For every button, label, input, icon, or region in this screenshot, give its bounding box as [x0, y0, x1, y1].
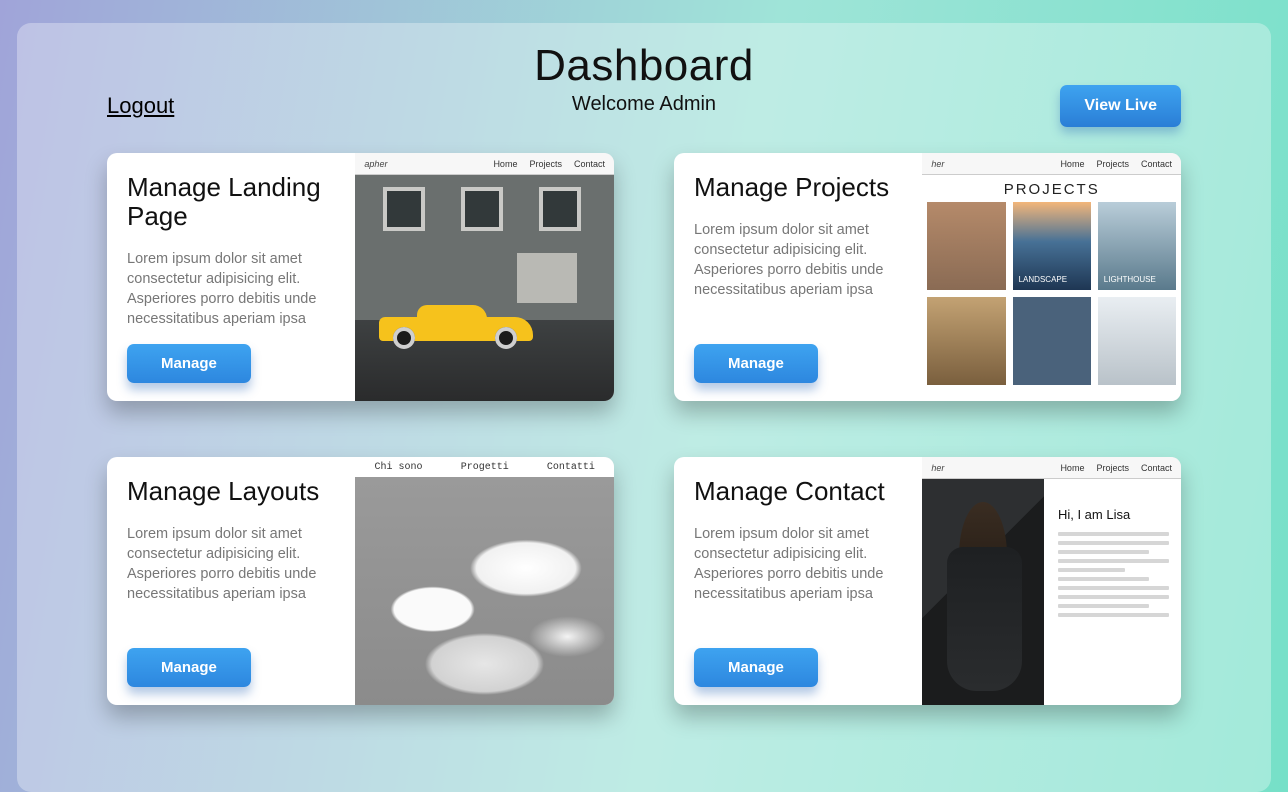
thumb-nav-link: Contatti — [547, 462, 595, 473]
card-thumbnail: her Home Projects Contact Hi, I am Lisa — [922, 457, 1181, 705]
project-tile: LANDSCAPE — [1013, 202, 1091, 290]
manage-button[interactable]: Manage — [694, 344, 818, 383]
thumb-nav-link: Chi sono — [375, 462, 423, 473]
landing-hero-icon — [355, 175, 614, 401]
page-title: Dashboard — [107, 41, 1181, 91]
thumb-nav-link: Progetti — [461, 462, 509, 473]
page-subtitle: Welcome Admin — [107, 93, 1181, 116]
card-body: Manage Projects Lorem ipsum dolor sit am… — [674, 153, 922, 401]
card-title: Manage Contact — [694, 477, 904, 506]
clouds-hero-icon — [355, 477, 614, 705]
thumb-nav-link: Contact — [574, 159, 605, 169]
thumb-nav-link: Projects — [529, 159, 562, 169]
project-tile — [1098, 297, 1176, 385]
card-title: Manage Layouts — [127, 477, 337, 506]
cards-grid: Manage Landing Page Lorem ipsum dolor si… — [107, 153, 1181, 705]
project-tile — [1013, 297, 1091, 385]
thumb-brand: her — [931, 463, 944, 473]
thumb-nav-link: Contact — [1141, 463, 1172, 473]
topbar: Dashboard Welcome Admin Logout View Live — [107, 41, 1181, 131]
card-description: Lorem ipsum dolor sit amet consectetur a… — [127, 249, 337, 329]
thumb-nav-link: Projects — [1096, 463, 1129, 473]
car-icon — [379, 307, 533, 349]
thumb-nav: Chi sono Progetti Contatti — [355, 457, 614, 477]
card-description: Lorem ipsum dolor sit amet consectetur a… — [127, 524, 337, 604]
manage-button[interactable]: Manage — [694, 648, 818, 687]
portrait-icon — [922, 479, 1044, 705]
thumb-brand: apher — [364, 159, 387, 169]
card-body: Manage Landing Page Lorem ipsum dolor si… — [107, 153, 355, 401]
card-title: Manage Landing Page — [127, 173, 337, 231]
card-contact: Manage Contact Lorem ipsum dolor sit ame… — [674, 457, 1181, 705]
logout-link[interactable]: Logout — [107, 93, 174, 119]
card-description: Lorem ipsum dolor sit amet consectetur a… — [694, 220, 904, 300]
manage-button[interactable]: Manage — [127, 648, 251, 687]
bio-text-placeholder-icon — [1058, 532, 1169, 617]
project-tile — [927, 297, 1005, 385]
thumb-brand: her — [931, 159, 944, 169]
project-tile — [927, 202, 1005, 290]
card-layouts: Manage Layouts Lorem ipsum dolor sit ame… — [107, 457, 614, 705]
thumb-nav-link: Projects — [1096, 159, 1129, 169]
project-tile: LIGHTHOUSE — [1098, 202, 1176, 290]
projects-heading: PROJECTS — [922, 175, 1181, 202]
card-title: Manage Projects — [694, 173, 904, 202]
card-projects: Manage Projects Lorem ipsum dolor sit am… — [674, 153, 1181, 401]
card-landing: Manage Landing Page Lorem ipsum dolor si… — [107, 153, 614, 401]
thumb-nav: apher Home Projects Contact — [355, 153, 614, 175]
card-thumbnail: her Home Projects Contact PROJECTS LANDS… — [922, 153, 1181, 401]
card-thumbnail: Chi sono Progetti Contatti — [355, 457, 614, 705]
card-body: Manage Layouts Lorem ipsum dolor sit ame… — [107, 457, 355, 705]
card-description: Lorem ipsum dolor sit amet consectetur a… — [694, 524, 904, 604]
card-thumbnail: apher Home Projects Contact — [355, 153, 614, 401]
contact-bio-heading: Hi, I am Lisa — [1058, 507, 1169, 522]
card-body: Manage Contact Lorem ipsum dolor sit ame… — [674, 457, 922, 705]
view-live-button[interactable]: View Live — [1060, 85, 1181, 127]
thumb-nav-link: Home — [493, 159, 517, 169]
thumb-nav-link: Home — [1060, 159, 1084, 169]
thumb-nav-link: Contact — [1141, 159, 1172, 169]
thumb-nav-link: Home — [1060, 463, 1084, 473]
thumb-nav: her Home Projects Contact — [922, 457, 1181, 479]
manage-button[interactable]: Manage — [127, 344, 251, 383]
dashboard-panel: Dashboard Welcome Admin Logout View Live… — [17, 23, 1271, 792]
thumb-nav: her Home Projects Contact — [922, 153, 1181, 175]
projects-grid-icon: LANDSCAPE LIGHTHOUSE — [922, 202, 1181, 385]
